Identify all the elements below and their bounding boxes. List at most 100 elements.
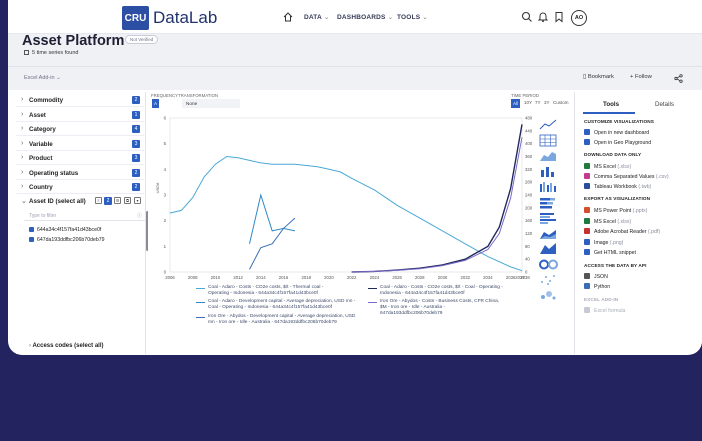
nav-tools[interactable]: TOOLS ⌄ (397, 13, 428, 21)
open-dashboard-link[interactable]: Open in new dashboard (584, 129, 649, 136)
follow-button[interactable]: + Follow (630, 74, 652, 80)
checkbox-checked-icon[interactable] (29, 227, 34, 232)
download-option[interactable]: Tableau Workbook (.twb) (584, 183, 651, 190)
access-codes-filter[interactable]: › Access codes (select all) (29, 343, 104, 349)
download-option[interactable]: Comma Separated Values (.csv) (584, 173, 669, 180)
bar-chart-type-icon[interactable] (538, 165, 560, 180)
y-right-tick-label: 160 (525, 218, 533, 223)
legend-item[interactable]: Coal - Adaro - Costs - CO2e costs, $/t -… (196, 285, 338, 297)
checkbox-checked-icon[interactable] (29, 237, 34, 242)
period-7y-button[interactable]: 7Y (535, 100, 541, 105)
open-geo-playground-link[interactable]: Open in Geo Playground (584, 139, 651, 146)
scatter-chart-type-icon[interactable] (538, 273, 560, 288)
copy-icon[interactable]: ⧉ (124, 197, 131, 204)
legend-item[interactable]: Coal - Adaro - Costs - CO2e costs, $/t -… (368, 285, 505, 297)
table-type-icon[interactable] (538, 134, 560, 149)
api-option-label: Python (594, 284, 611, 290)
area-chart-type-icon[interactable] (538, 149, 560, 164)
tab-details[interactable]: Details (655, 101, 674, 108)
filter-category[interactable]: › Category 4 (16, 122, 146, 137)
transformation-label: TRANSFORMATION (178, 93, 219, 98)
avatar[interactable]: AO (571, 10, 587, 26)
nav-dashboards[interactable]: DASHBOARDS ⌄ (337, 13, 393, 21)
legend-item[interactable]: Iron Ore - Abydos - Costs - Business Cos… (368, 299, 505, 317)
home-icon[interactable] (283, 12, 293, 22)
chart-panel: FREQUENCY TRANSFORMATION A None TIME PER… (148, 92, 569, 354)
legend-item[interactable]: Coal - Adaro - Development capital - Ave… (196, 299, 358, 311)
trash-icon[interactable]: ▾ (134, 197, 141, 204)
period-10y-button[interactable]: 10Y (524, 100, 532, 105)
line-chart-type-icon[interactable] (538, 118, 560, 133)
tools-section-title: EXPORT AS VISUALIZATION (584, 196, 651, 201)
asset-id-option[interactable]: 647da193ddfbc206b70deb79 (29, 237, 105, 243)
download-option[interactable]: MS Excel (.xlsx) (584, 163, 631, 170)
filter-search-input[interactable]: Type to filter ⓘ (24, 211, 146, 221)
filter-count-badge: 1 (132, 110, 140, 119)
x-tick-label: 2008 (188, 275, 198, 280)
stacked-area-type-icon[interactable] (538, 227, 560, 242)
time-period-label: TIME PERIOD (511, 93, 539, 98)
list-icon[interactable]: ≡ (95, 197, 102, 204)
filter-operating-status[interactable]: › Operating status 2 (16, 166, 146, 180)
chevron-down-icon: ⌄ (21, 198, 27, 205)
bubble-chart-type-icon[interactable] (538, 289, 560, 304)
export-option[interactable]: Image (.png) (584, 238, 623, 246)
tools-section-title: EXCEL ADD-IN (584, 297, 619, 302)
period-custom-button[interactable]: Custom (553, 100, 569, 105)
nav-data[interactable]: DATA ⌄ (304, 13, 330, 21)
tab-tools[interactable]: Tools (603, 101, 619, 108)
select-all-icon[interactable]: ☰ (114, 197, 121, 204)
x-tick-label: 2034 (483, 275, 493, 280)
export-option[interactable]: Get HTML snippet (584, 249, 636, 256)
export-option[interactable]: Adobe Acrobat Reader (.pdf) (584, 228, 660, 235)
filter-commodity[interactable]: › Commodity 2 (16, 93, 146, 108)
legend-label: Iron Ore - Abydos - Costs - Business Cos… (380, 299, 500, 316)
asset-id-option[interactable]: 644a34c4f157fa41d43bce0f (29, 227, 101, 233)
column-chart-type-icon[interactable] (538, 180, 560, 195)
filter-product[interactable]: › Product 3 (16, 151, 146, 166)
filter-country[interactable]: › Country 2 (16, 180, 146, 195)
frequency-annual-button[interactable]: A (152, 99, 159, 108)
search-icon[interactable] (521, 11, 533, 23)
chevron-right-icon: › (21, 110, 24, 118)
app-name[interactable]: DataLab (153, 8, 217, 28)
chevron-right-icon: › (21, 168, 24, 176)
tools-section-title: ACCESS THE DATA BY API (584, 263, 647, 268)
bookmark-button[interactable]: ▯ Bookmark (583, 74, 614, 80)
api-option[interactable]: Python (584, 283, 610, 290)
bookmark-icon[interactable] (553, 11, 565, 23)
asset-id-filter[interactable]: ⌄ Asset ID (select all) ≡ 2 ☰ ⧉ ▾ (16, 194, 146, 208)
excel-addin-dropdown[interactable]: Excel Add-in ⌄ (24, 75, 61, 81)
export-option[interactable]: MS Excel (.xlsx) (584, 217, 632, 225)
download-option-icon (584, 173, 590, 179)
y-axis-label: USD/t (155, 182, 160, 194)
share-icon[interactable] (674, 74, 683, 83)
y-right-tick-label: 200 (525, 205, 533, 210)
follow-label: Follow (635, 74, 652, 80)
filter-label: Product (29, 155, 53, 162)
grouped-bar-type-icon[interactable] (538, 211, 560, 226)
api-option-icon (584, 273, 590, 279)
mountain-chart-type-icon-glyph (540, 243, 556, 254)
cru-logo[interactable]: CRU (122, 6, 149, 30)
mountain-chart-type-icon[interactable] (538, 242, 560, 257)
filter-asset[interactable]: › Asset 1 (16, 108, 146, 122)
donut-chart-type-icon[interactable] (538, 258, 560, 273)
excel-formula-link[interactable]: Excel formula (584, 307, 625, 314)
export-option[interactable]: MS Power Point (.pptx) (584, 207, 647, 214)
transformation-select[interactable]: None (182, 99, 240, 108)
bell-icon[interactable] (537, 11, 549, 23)
nav-tools-label: TOOLS (397, 14, 421, 21)
legend-item[interactable]: Iron Ore - Abydos - Development capital … (196, 314, 358, 326)
verification-badge: Not Verified (125, 35, 159, 44)
filter-variable[interactable]: › Variable 3 (16, 137, 146, 151)
x-tick-label: 2032 (460, 275, 470, 280)
export-option-label: Adobe Acrobat Reader (594, 229, 647, 235)
y-right-tick-label: 440 (525, 128, 533, 133)
period-all-button[interactable]: All (511, 99, 520, 108)
stacked-bar-type-icon[interactable] (538, 196, 560, 211)
period-3y-button[interactable]: 3Y (544, 100, 550, 105)
export-option-ext: (.xlsx) (615, 218, 632, 225)
filter-label: Variable (29, 140, 53, 148)
api-option[interactable]: JSON (584, 273, 608, 280)
